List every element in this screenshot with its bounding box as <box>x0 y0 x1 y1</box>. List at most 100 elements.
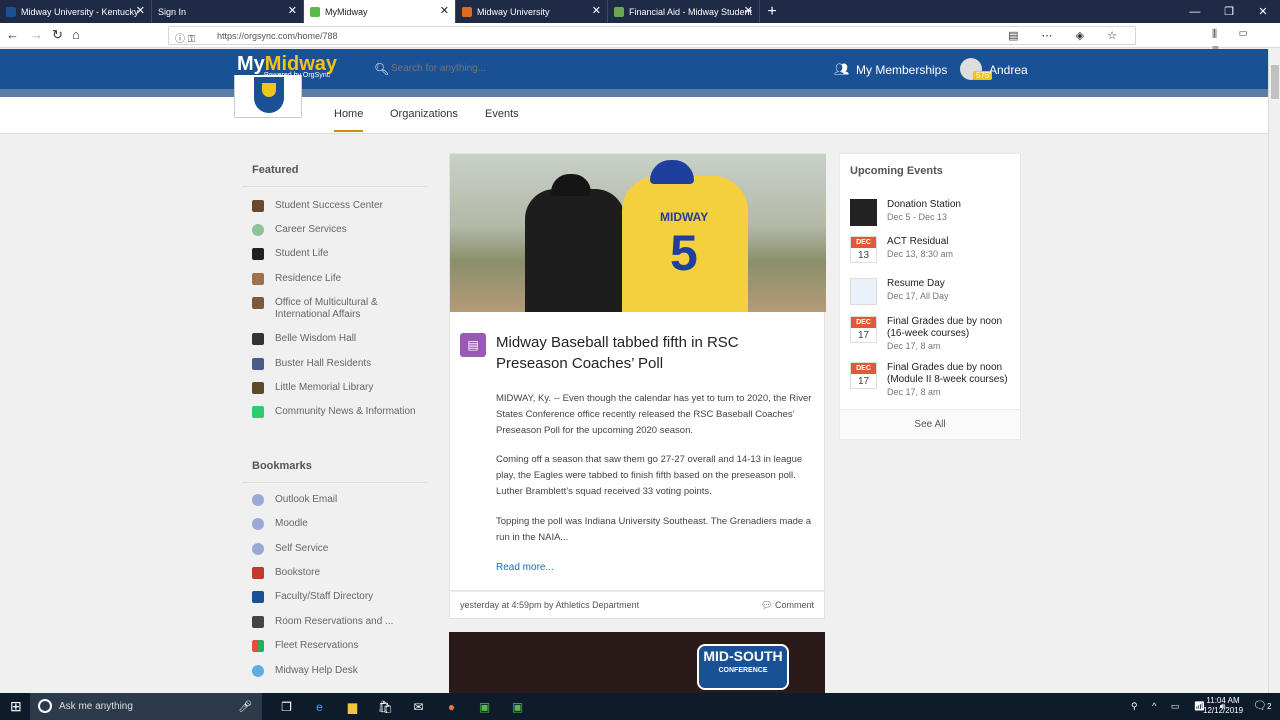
site-header: MyMidway Powered by OrgSync 🔍︎ 👥︎ My Mem… <box>0 49 1268 89</box>
browser-tab[interactable]: Midway University ✕ <box>456 0 608 23</box>
tab-organizations[interactable]: Organizations <box>390 108 458 120</box>
featured-item[interactable]: Career Services <box>252 224 428 236</box>
bookmark-item[interactable]: Outlook Email <box>252 494 428 506</box>
bookmarks-heading: Bookmarks <box>252 460 312 472</box>
see-all-button[interactable]: See All <box>840 409 1020 439</box>
globe-icon <box>252 518 264 530</box>
bookmark-item[interactable]: Faculty/Staff Directory <box>252 591 428 603</box>
bookmark-item[interactable]: Bookstore <box>252 567 428 579</box>
banner-strip <box>0 89 1268 97</box>
shield-icon <box>254 77 284 113</box>
calendar-icon: DEC 17 <box>850 316 877 343</box>
org-icon <box>252 333 264 345</box>
window-controls: — ❐ ✕ <box>1178 0 1280 23</box>
tab-favicon-icon <box>614 6 624 17</box>
tab-favicon-icon <box>310 6 320 17</box>
post-photo[interactable]: MIDWAY 5 <box>450 154 826 312</box>
umpire-figure <box>525 174 625 312</box>
tab-favicon-icon <box>462 6 472 17</box>
page-actions-icon[interactable]: ▤ ⋯ ◈ ☆ <box>1008 29 1127 42</box>
forward-arrow-icon[interactable]: → <box>30 27 43 43</box>
my-memberships-link[interactable]: My Memberships <box>856 63 947 77</box>
org-icon <box>252 224 264 236</box>
windows-start-icon[interactable]: ⊞ <box>10 698 22 715</box>
post-paragraph: Topping the poll was Indiana University … <box>496 516 812 543</box>
store-icon[interactable]: 🛍︎ <box>369 698 402 716</box>
news-post-card: MIDWAY 5 ▤ Midway Baseball tabbed fifth … <box>449 153 826 591</box>
scrollbar-thumb[interactable] <box>1271 65 1279 99</box>
featured-item[interactable]: Residence Life <box>252 273 428 285</box>
close-window-icon[interactable]: ✕ <box>1246 0 1280 23</box>
reload-icon[interactable]: ↻ <box>52 27 63 43</box>
tab-events[interactable]: Events <box>485 108 519 120</box>
read-more-link[interactable]: Read more... <box>496 562 554 573</box>
comment-button[interactable]: 💬︎ Comment <box>761 600 814 611</box>
close-tab-icon[interactable]: ✕ <box>440 5 449 17</box>
edge-icon[interactable]: e <box>303 698 336 716</box>
bookmark-item[interactable]: Midway Help Desk <box>252 665 428 677</box>
org-icon <box>252 200 264 212</box>
post-paragraph: Coming off a season that saw them go 27-… <box>496 454 803 497</box>
featured-item[interactable]: Buster Hall Residents <box>252 358 428 370</box>
browser-tab[interactable]: Midway University - Kentucky ✕ <box>0 0 152 23</box>
org-icon <box>252 273 264 285</box>
featured-item[interactable]: Belle Wisdom Hall <box>252 333 428 345</box>
org-icon <box>252 297 264 309</box>
news-post-card-2[interactable]: MID-SOUTH CONFERENCE <box>449 632 825 693</box>
post-title[interactable]: Midway Baseball tabbed fifth in RSC Pres… <box>496 332 786 374</box>
divider <box>242 482 428 483</box>
browser-tab-active[interactable]: MyMidway ✕ <box>304 0 456 23</box>
featured-item[interactable]: Little Memorial Library <box>252 382 428 394</box>
windows-grid-icon <box>252 640 264 652</box>
browser-tab[interactable]: Financial Aid - Midway Student ✕ <box>608 0 760 23</box>
camtasia-icon[interactable]: ▣ <box>468 698 501 716</box>
camtasia-recorder-icon[interactable]: ▣ <box>501 698 534 716</box>
org-icon <box>252 358 264 370</box>
bookmark-item[interactable]: Self Service <box>252 543 428 555</box>
new-tab-plus-icon[interactable]: + <box>760 0 784 23</box>
back-arrow-icon[interactable]: ← <box>6 27 19 43</box>
featured-item[interactable]: Student Success Center <box>252 200 428 212</box>
search-input[interactable] <box>391 63 611 74</box>
bookmark-item[interactable]: Room Reservations and ... <box>252 616 428 628</box>
task-view-icon[interactable]: ❐ <box>270 698 303 716</box>
sub-navigation: Home Organizations Events <box>0 97 1268 134</box>
bookmark-item[interactable]: Fleet Reservations <box>252 640 428 652</box>
news-icon <box>252 406 264 418</box>
close-tab-icon[interactable]: ✕ <box>744 5 753 17</box>
address-bar[interactable]: ⓘ ⚿ https://orgsync.com/home/788 ▤ ⋯ ◈ ☆ <box>168 26 1136 45</box>
org-icon <box>252 382 264 394</box>
notification-icon[interactable]: 🗨︎2 <box>1253 699 1271 712</box>
bookmark-item[interactable]: Moodle <box>252 518 428 530</box>
windows-taskbar: ⊞ Ask me anything 🎤︎ ❐ e ▆ 🛍︎ ✉ ● ▣ ▣ ⚲ … <box>0 693 1280 720</box>
page-scrollbar[interactable] <box>1268 49 1280 693</box>
restore-icon[interactable]: ❐ <box>1212 0 1246 23</box>
taskbar-search[interactable]: Ask me anything 🎤︎ <box>30 693 262 720</box>
microphone-icon[interactable]: 🎤︎ <box>238 700 252 713</box>
calendar-icon: DEC 13 <box>850 236 877 263</box>
bookstore-icon <box>252 567 264 579</box>
home-icon[interactable]: ⌂ <box>72 27 80 43</box>
close-tab-icon[interactable]: ✕ <box>136 5 145 17</box>
mail-icon[interactable]: ✉ <box>402 698 435 716</box>
news-post-icon: ▤ <box>460 333 486 357</box>
globe-icon <box>252 543 264 555</box>
tab-home[interactable]: Home <box>334 108 364 132</box>
system-clock[interactable]: 11:04 AM 12/12/2019 <box>1203 696 1243 716</box>
user-name[interactable]: Andrea <box>989 63 1028 77</box>
portal-crest-logo <box>234 75 302 118</box>
people-icon: 👥︎ <box>834 62 850 76</box>
file-explorer-icon[interactable]: ▆ <box>336 698 369 716</box>
close-tab-icon[interactable]: ✕ <box>592 5 601 17</box>
room-icon <box>252 616 264 628</box>
browser-tab[interactable]: Sign In ✕ <box>152 0 304 23</box>
divider <box>242 186 428 187</box>
featured-item[interactable]: Community News & Information <box>252 406 428 418</box>
event-thumbnail <box>850 278 877 305</box>
browser-navbar: ← → ↻ ⌂ ⓘ ⚿ https://orgsync.com/home/788… <box>0 23 1280 56</box>
minimize-icon[interactable]: — <box>1178 0 1212 23</box>
featured-item[interactable]: Office of Multicultural & International … <box>252 297 428 321</box>
close-tab-icon[interactable]: ✕ <box>288 5 297 17</box>
firefox-icon[interactable]: ● <box>435 698 468 716</box>
featured-item[interactable]: Student Life <box>252 248 428 260</box>
